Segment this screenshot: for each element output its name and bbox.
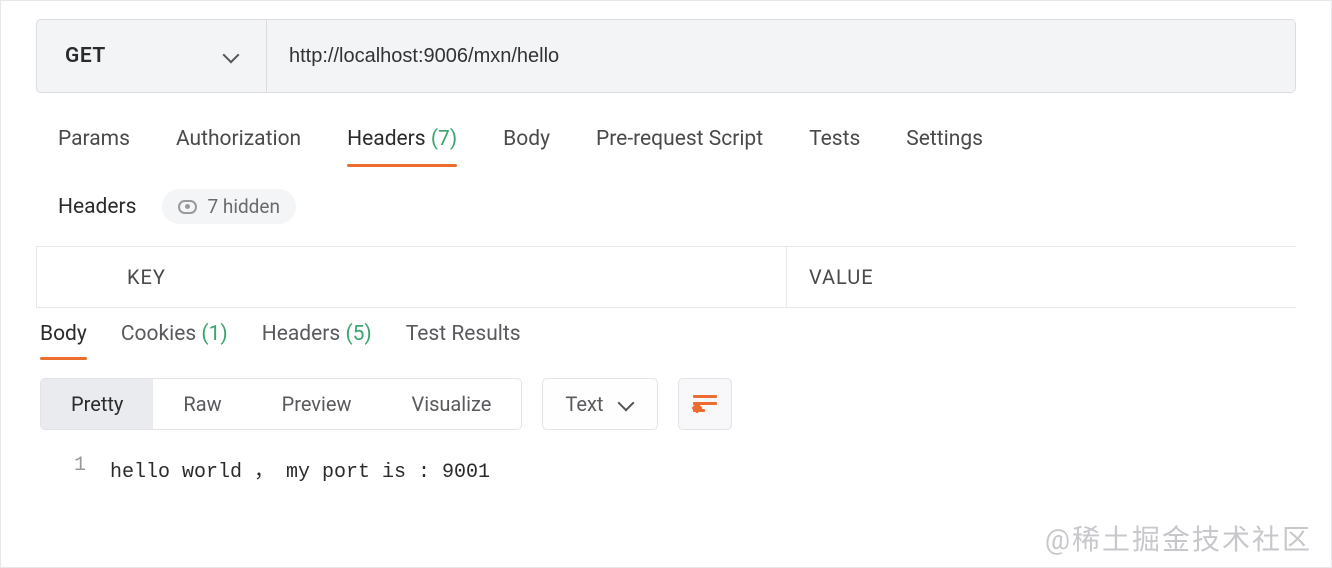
view-raw[interactable]: Raw — [153, 379, 251, 429]
view-mode-group: Pretty Raw Preview Visualize — [40, 378, 522, 430]
content-type-select[interactable]: Text — [542, 378, 658, 430]
response-headers-count: (5) — [345, 322, 371, 346]
response-tab-headers[interactable]: Headers (5) — [262, 322, 372, 358]
response-body: 1 hello world ， my port is : 9001 — [36, 454, 1296, 484]
view-pretty[interactable]: Pretty — [41, 379, 153, 429]
headers-title: Headers — [58, 195, 136, 219]
body-toolbar: Pretty Raw Preview Visualize Text — [36, 378, 1296, 430]
tab-authorization[interactable]: Authorization — [176, 127, 301, 165]
tab-prerequest[interactable]: Pre-request Script — [596, 127, 763, 165]
chevron-down-icon — [222, 47, 240, 65]
view-preview[interactable]: Preview — [252, 379, 382, 429]
eye-icon — [178, 200, 197, 214]
response-cookies-count: (1) — [201, 322, 227, 346]
column-value: VALUE — [786, 247, 1296, 307]
url-input[interactable] — [267, 20, 1295, 92]
response-tab-body[interactable]: Body — [40, 322, 87, 358]
response-tabs: Body Cookies (1) Headers (5) Test Result… — [36, 322, 1296, 358]
headers-header-row: KEY VALUE — [36, 247, 1296, 307]
response-cookies-label: Cookies — [121, 322, 196, 346]
http-method-select[interactable]: GET — [37, 20, 267, 92]
tab-settings[interactable]: Settings — [906, 127, 983, 165]
request-tabs: Params Authorization Headers (7) Body Pr… — [36, 127, 1296, 165]
tab-body[interactable]: Body — [503, 127, 550, 165]
tab-tests[interactable]: Tests — [809, 127, 860, 165]
tab-params[interactable]: Params — [58, 127, 130, 165]
response-headers-label: Headers — [262, 322, 340, 346]
response-tab-testresults[interactable]: Test Results — [406, 322, 521, 358]
line-text: hello world ， my port is : 9001 — [110, 454, 490, 484]
line-number: 1 — [66, 454, 110, 484]
word-wrap-icon — [693, 395, 717, 413]
content-type-label: Text — [565, 392, 603, 416]
view-visualize[interactable]: Visualize — [381, 379, 521, 429]
hidden-headers-text: 7 hidden — [207, 195, 279, 218]
tab-headers[interactable]: Headers (7) — [347, 127, 457, 165]
response-tab-cookies[interactable]: Cookies (1) — [121, 322, 228, 358]
chevron-down-icon — [617, 395, 635, 413]
request-workspace: GET Params Authorization Headers (7) Bod… — [0, 0, 1332, 568]
headers-table: KEY VALUE — [36, 246, 1296, 308]
tab-headers-label: Headers — [347, 127, 425, 151]
hidden-headers-toggle[interactable]: 7 hidden — [162, 189, 295, 224]
word-wrap-button[interactable] — [678, 378, 732, 430]
url-bar: GET — [36, 19, 1296, 93]
headers-subheader: Headers 7 hidden — [36, 189, 1296, 224]
http-method-label: GET — [65, 44, 106, 68]
column-key: KEY — [36, 247, 786, 307]
tab-headers-count: (7) — [431, 127, 457, 151]
